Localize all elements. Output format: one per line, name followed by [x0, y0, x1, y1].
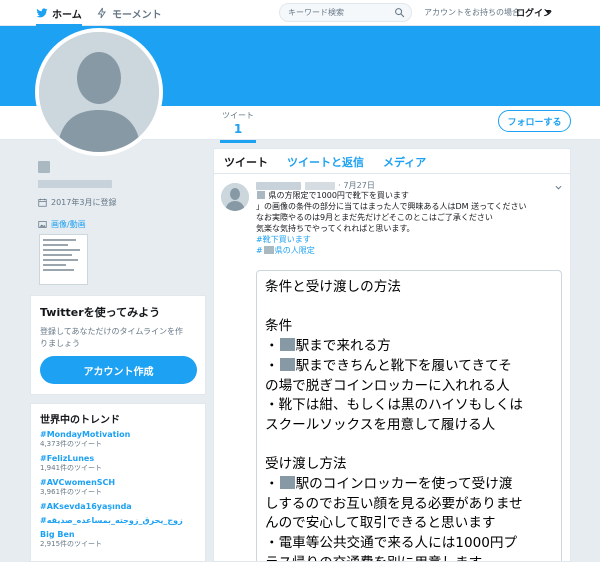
hashtag-link[interactable]: # 県の人限定	[256, 245, 562, 256]
profile-handle-redacted	[38, 180, 112, 188]
image-line: ラス帰りの交通費を別に用意します	[265, 554, 553, 561]
image-line-text: 駅のコインロッカーを使って受け渡	[295, 476, 513, 492]
nav-home[interactable]: ホーム	[36, 0, 82, 26]
tweet-line: 県の方限定で1000円で靴下を買います	[256, 190, 562, 201]
signup-desc-line1: 登録してあなただけのタイムラインを作	[40, 327, 183, 336]
image-line: の場で脱ぎコインロッカーに入れれる人	[265, 377, 510, 394]
tweets-stat[interactable]: ツイート 1	[220, 110, 256, 143]
trend-name[interactable]: #AKsevda16yaşında	[40, 502, 196, 511]
media-link[interactable]: 画像/動画	[38, 219, 86, 230]
joined-label: 2017年3月に登録	[51, 198, 117, 207]
top-navigation: ホーム モーメント キーワード検索 アカウントをお持ちの場合 ログイン	[0, 0, 600, 26]
nav-moments-label: モーメント	[112, 9, 162, 21]
account-prompt: アカウントをお持ちの場合	[424, 8, 520, 17]
image-line: ・駅のコインロッカーを使って受け渡	[265, 476, 513, 492]
search-icon[interactable]	[394, 7, 405, 18]
hashtag-link[interactable]: #靴下買います	[256, 234, 562, 245]
image-line: んので安心して取引できると思います	[265, 515, 496, 532]
calendar-icon	[38, 198, 47, 207]
trends-title: 世界中のトレンド	[40, 415, 120, 426]
signup-description: 登録してあなただけのタイムラインを作 りましょう	[40, 326, 196, 349]
search-placeholder: キーワード検索	[288, 8, 344, 17]
trend-item[interactable]: #AKsevda16yaşında	[40, 502, 196, 511]
avatar[interactable]	[35, 28, 163, 156]
trend-name[interactable]: #FelizLunes	[40, 454, 196, 463]
separator-dot: ·	[338, 181, 341, 190]
create-account-button[interactable]: アカウント作成	[40, 356, 197, 384]
image-line: しするのでお互い顔を見る必要がありませ	[265, 495, 523, 512]
joined-date: 2017年3月に登録	[38, 197, 116, 208]
media-thumbnail[interactable]	[39, 234, 88, 285]
signup-card: Twitterを使ってみよう 登録してあなただけのタイムラインを作 りましょう …	[30, 295, 206, 395]
lightning-icon	[97, 7, 106, 19]
nav-home-label: ホーム	[52, 9, 82, 21]
image-line-text: 駅まで来れる方	[295, 338, 391, 355]
search-input[interactable]: キーワード検索	[279, 3, 412, 22]
media-label: 画像/動画	[51, 220, 86, 229]
tweet-line-text: 県の方限定で1000円で靴下を買います	[268, 191, 409, 200]
image-line: スクールソックスを用意して履ける人	[265, 416, 496, 433]
tweets-stat-value: 1	[233, 122, 243, 136]
tweet-image[interactable]: 条件と受け渡しの方法 条件 ・駅まで来れる方 ・駅まできちんと靴下を履いてきてそ…	[256, 270, 562, 561]
image-line: ・靴下は紺、もしくは黒のハイソもしくは	[265, 397, 524, 414]
trend-item[interactable]: #زوج_يحرق_زوجته_بمساعده_صديقه	[40, 516, 196, 525]
trend-count: 2,915件のツイート	[40, 540, 103, 548]
default-avatar-icon	[39, 32, 159, 152]
nav-moments[interactable]: モーメント	[96, 0, 162, 26]
trend-name[interactable]: #MondayMotivation	[40, 430, 196, 439]
trend-item[interactable]: #FelizLunes 1,941件のツイート	[40, 454, 196, 473]
tweet-line: 気楽な気持ちでやってくれればと思います。	[256, 224, 415, 234]
hashtag-text: 県の人限定	[274, 246, 315, 256]
tweet-handle-redacted	[305, 181, 335, 190]
follow-button[interactable]: フォローする	[498, 110, 571, 132]
tweet-line: なお実際やるのは9月とまだ先だけどそこのとこはご了承ください	[256, 213, 493, 223]
image-method-header: 受け渡し方法	[265, 456, 347, 473]
trend-item[interactable]: #MondayMotivation 4,373件のツイート	[40, 430, 196, 449]
trends-card: 世界中のトレンド #MondayMotivation 4,373件のツイート #…	[30, 403, 206, 562]
profile-name-redacted	[38, 161, 50, 173]
tweet-avatar[interactable]	[221, 183, 249, 211]
image-line-text: 駅まできちんと靴下を履いてきてそ	[295, 357, 512, 374]
caret-down-icon[interactable]	[545, 10, 551, 14]
trend-item[interactable]: #AVCwomenSCH 3,961件のツイート	[40, 478, 196, 497]
image-line: ・駅まで来れる方	[265, 338, 391, 355]
tweet-line: 」の画像の条件の部分に当てはまった人で興味ある人はDM 送ってください	[256, 202, 527, 212]
timeline: ツイート ツイートと返信 メディア · 7月27日 県の方限定で1000円で靴下…	[213, 148, 571, 562]
tweets-stat-label: ツイート	[222, 111, 254, 120]
trend-name[interactable]: #AVCwomenSCH	[40, 478, 196, 487]
image-title: 条件と受け渡しの方法	[265, 279, 401, 295]
signup-desc-line2: りましょう	[40, 338, 80, 348]
tab-media[interactable]: メディア	[383, 154, 426, 170]
tab-tweets-and-replies[interactable]: ツイートと返信	[287, 154, 364, 170]
tab-tweets[interactable]: ツイート	[224, 154, 268, 170]
image-line: ・駅まできちんと靴下を履いてきてそ	[265, 357, 512, 374]
trend-count: 1,941件のツイート	[40, 464, 103, 472]
trend-name[interactable]: Big Ben	[40, 530, 196, 539]
image-cond-header: 条件	[265, 318, 293, 335]
image-icon	[38, 221, 47, 228]
tweet-text: 県の方限定で1000円で靴下を買います 」の画像の条件の部分に当てはまった人で興…	[256, 190, 562, 256]
tweet-author-redacted[interactable]	[256, 181, 301, 190]
trend-item[interactable]: Big Ben 2,915件のツイート	[40, 530, 196, 549]
default-avatar-icon	[221, 183, 249, 211]
trend-count: 4,373件のツイート	[40, 440, 103, 448]
timeline-tabs: ツイート ツイートと返信 メディア	[214, 149, 570, 174]
trend-name[interactable]: #زوج_يحرق_زوجته_بمساعده_صديقه	[40, 516, 196, 525]
stat-active-underline	[220, 140, 256, 143]
image-line: ・電車等公共交通で来る人には1000円プ	[265, 535, 518, 552]
signup-title: Twitterを使ってみよう	[40, 306, 161, 319]
trend-count: 3,961件のツイート	[40, 488, 103, 496]
twitter-bird-icon	[36, 8, 48, 18]
